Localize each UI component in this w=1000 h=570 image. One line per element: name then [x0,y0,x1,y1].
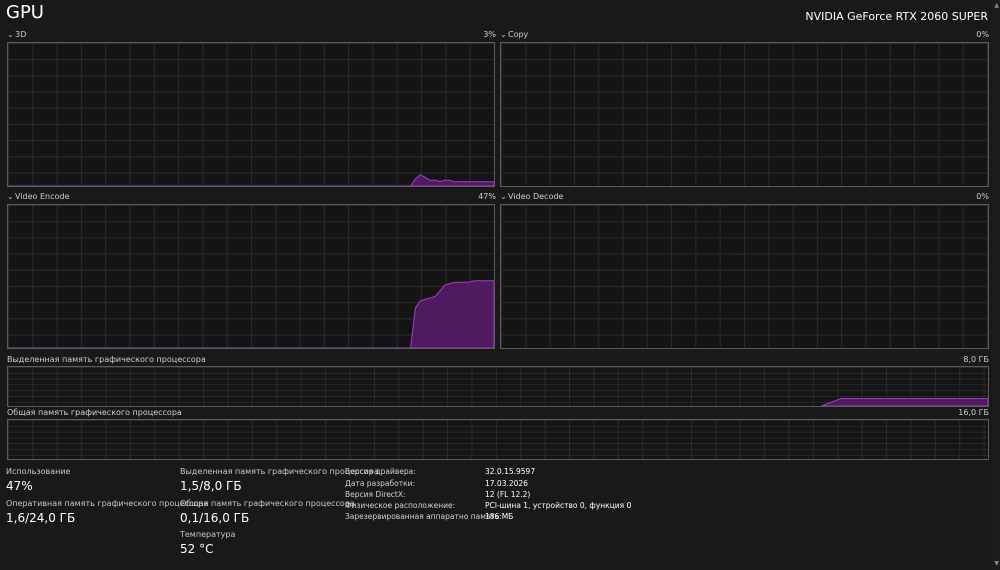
graph-3d-selector[interactable]: ⌄3D [7,30,26,39]
graph-video-encode [7,204,495,349]
shared-memory-graph-label: Общая память графического процессора [7,408,182,417]
chevron-down-icon: ⌄ [500,30,507,39]
graph-3d [7,42,495,187]
shared-memory-label: Общая память графического процессора [180,499,355,508]
dedicated-memory-graph-value: 8,0 ГБ [963,355,989,364]
graph-copy-label: Copy [508,30,529,39]
chevron-down-icon: ⌄ [7,30,14,39]
graph-video-encode-label: Video Encode [15,192,70,201]
gpu-ram-label: Оперативная память графического процессо… [6,499,209,508]
scroll-up-arrow-icon[interactable]: ▲ [994,2,999,9]
gpu-ram-value: 1,6/24,0 ГБ [6,511,76,525]
chevron-down-icon: ⌄ [7,192,14,201]
driver-date-label: Дата разработки: [345,479,416,488]
gpu-model-name: NVIDIA GeForce RTX 2060 SUPER [805,10,988,23]
graph-copy-value: 0% [976,30,989,39]
dedicated-memory-area [821,398,988,406]
directx-version-value: 12 (FL 12.2) [485,490,531,499]
graph-video-encode-value: 47% [478,192,496,201]
dedicated-memory-plot [821,398,988,406]
graph-3d-area [8,173,494,186]
graph-3d-value: 3% [483,30,496,39]
physical-location-value: PCI-шина 1, устройство 0, функция 0 [485,501,632,510]
graph-video-encode-area [8,280,494,348]
directx-version-label: Версия DirectX: [345,490,406,499]
dedicated-memory-value: 1,5/8,0 ГБ [180,479,242,493]
graph-video-encode-plot [8,280,494,348]
shared-memory-value: 0,1/16,0 ГБ [180,511,250,525]
scroll-down-arrow-icon[interactable]: ▼ [994,560,999,567]
graph-copy [500,42,989,187]
graph-copy-selector[interactable]: ⌄Copy [500,30,528,39]
graph-video-decode-label: Video Decode [508,192,564,201]
driver-version-value: 32.0.15.9597 [485,467,536,476]
graph-video-decode-selector[interactable]: ⌄Video Decode [500,192,563,201]
page-title: GPU [6,2,44,23]
physical-location-label: Физическое расположение: [345,501,456,510]
vertical-scrollbar[interactable] [992,0,1000,570]
reserved-memory-label: Зарезервированная аппаратно память: [345,512,502,521]
temperature-value: 52 °C [180,542,214,556]
graph-video-decode-value: 0% [976,192,989,201]
graph-video-encode-selector[interactable]: ⌄Video Encode [7,192,69,201]
graph-3d-plot [8,173,494,186]
dedicated-memory-graph-label: Выделенная память графического процессор… [7,355,206,364]
shared-memory-graph-value: 16,0 ГБ [958,408,989,417]
graph-3d-label: 3D [15,30,27,39]
chevron-down-icon: ⌄ [500,192,507,201]
utilization-label: Использование [6,467,71,476]
dedicated-memory-graph [7,366,989,407]
shared-memory-graph [7,419,989,460]
driver-version-label: Версия драйвера: [345,467,416,476]
temperature-label: Температура [180,530,236,539]
utilization-value: 47% [6,479,33,493]
reserved-memory-value: 186 МБ [485,512,514,521]
graph-video-decode [500,204,989,349]
driver-date-value: 17.03.2026 [485,479,528,488]
